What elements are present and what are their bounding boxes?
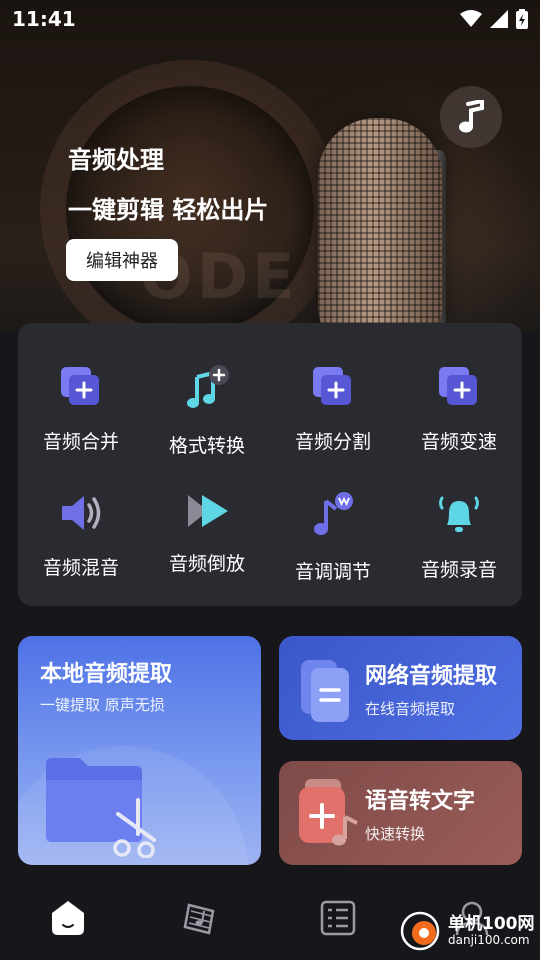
card-subtitle: 一键提取 原声无损 [40,696,165,714]
speech-to-text-card[interactable]: 语音转文字 快速转换 [279,761,522,865]
hero-title: 音频处理 [68,146,164,174]
nav-sheet-music[interactable] [182,898,222,938]
audio-reverse-icon [183,491,231,531]
home-icon [52,901,84,935]
battery-charging-icon [516,9,528,29]
music-note-icon[interactable] [440,86,502,148]
tool-label: 音频录音 [420,559,497,581]
tool-format-convert[interactable]: 格式转换 [144,329,270,457]
sheet-music-icon [183,903,215,935]
tool-label: 音频变速 [420,431,497,453]
signal-icon [490,10,508,28]
hero-subtitle: 一键剪辑 轻松出片 [68,196,269,224]
card-subtitle: 在线音频提取 [365,700,456,718]
tool-label: 音调调节 [294,561,371,583]
status-icons [460,9,528,29]
tools-panel: 音频合并 格式转换 音频分割 音频变速 音频混音 音频倒放 音调调节 音频录音 [18,323,522,606]
tool-audio-reverse[interactable]: 音频倒放 [144,455,270,575]
tool-audio-record[interactable]: 音频录音 [396,455,522,581]
card-title: 本地音频提取 [40,662,173,687]
tool-audio-merge[interactable]: 音频合并 [18,329,144,453]
document-icon [301,660,349,722]
edit-tool-button[interactable]: 编辑神器 [66,239,178,281]
list-icon [320,900,356,936]
add-audio-icon [299,779,358,846]
tool-audio-speed[interactable]: 音频变速 [396,329,522,453]
local-audio-extract-card[interactable]: 本地音频提取 一键提取 原声无损 [18,636,261,865]
tool-audio-split[interactable]: 音频分割 [270,329,396,453]
card-title: 网络音频提取 [365,664,498,689]
nav-home[interactable] [48,898,88,938]
tool-audio-mix[interactable]: 音频混音 [18,455,144,579]
audio-merge-icon [57,365,105,409]
tool-label: 格式转换 [168,435,245,457]
card-title: 语音转文字 [365,789,476,814]
status-time: 11:41 [12,7,76,31]
format-convert-icon [183,365,231,413]
wifi-icon [460,10,482,27]
watermark-name: 单机100网 [448,914,535,935]
pitch-adjust-icon [309,491,357,539]
tool-label: 音频合并 [42,431,119,453]
status-bar: 11:41 [0,0,540,38]
watermark-url: danji100.com [448,932,530,947]
tool-pitch-adjust[interactable]: 音调调节 [270,455,396,583]
site-logo-icon [400,911,440,951]
watermark: 单机100网 danji100.com [390,902,540,960]
tool-label: 音频混音 [42,557,119,579]
audio-record-icon [435,491,483,537]
audio-mix-icon [57,491,105,535]
microphone-image [318,118,442,330]
nav-list[interactable] [318,898,358,938]
tool-label: 音频倒放 [168,553,245,575]
tool-label: 音频分割 [294,431,371,453]
network-audio-extract-card[interactable]: 网络音频提取 在线音频提取 [279,636,522,740]
audio-split-icon [309,365,357,409]
folder-scissors-icon [46,758,156,858]
audio-speed-icon [435,365,483,409]
card-subtitle: 快速转换 [365,825,426,843]
hero-banner[interactable]: ODE 音频处理 一键剪辑 轻松出片 编辑神器 [0,0,540,330]
